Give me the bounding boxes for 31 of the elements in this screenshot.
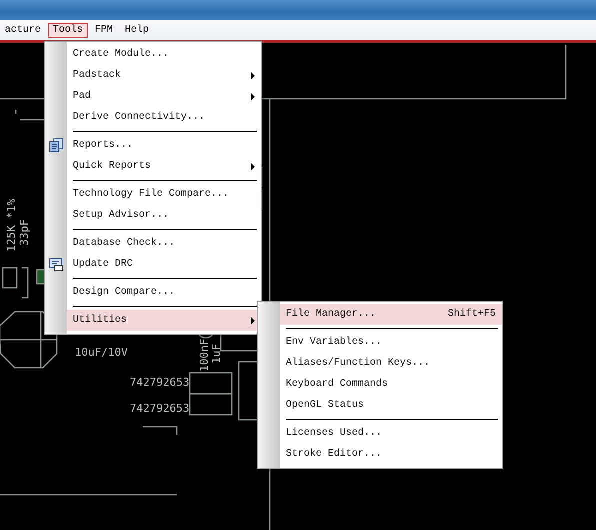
menu-item[interactable]: Create Module... xyxy=(45,44,261,65)
menu-bar-item[interactable]: acture xyxy=(0,22,46,38)
component-label: 125K *1% xyxy=(5,199,18,252)
menu-item[interactable]: Stroke Editor... xyxy=(258,444,502,465)
menu-item[interactable]: Technology File Compare... xyxy=(45,184,261,205)
component-label: 33pF xyxy=(18,220,31,246)
menu-item[interactable]: Setup Advisor... xyxy=(45,205,261,226)
menu-bar-item[interactable]: Tools xyxy=(48,22,88,38)
drc-icon xyxy=(49,257,64,272)
menu-item[interactable]: File Manager... Shift+F5 xyxy=(280,304,502,325)
component-label: 100nF xyxy=(198,338,211,372)
menu-bar-item[interactable]: Help xyxy=(120,22,154,38)
menu-item[interactable]: Keyboard Commands xyxy=(258,374,502,395)
menu-item[interactable]: Env Variables... xyxy=(258,332,502,353)
component-label: 742792653 xyxy=(130,376,190,389)
menu-item[interactable]: Database Check... xyxy=(45,233,261,254)
menu-item[interactable]: Reports... xyxy=(45,135,261,156)
menu-bar-item[interactable]: FPM xyxy=(90,22,118,38)
menu-item[interactable]: Licenses Used... xyxy=(258,423,502,444)
menu-item[interactable]: Update DRC xyxy=(45,254,261,275)
component-label: 742792653 xyxy=(130,402,190,415)
component-label: 1uF xyxy=(210,344,223,364)
menu-item[interactable]: Pad xyxy=(45,86,261,107)
report-icon xyxy=(49,138,64,153)
component-label: 10uF/10V xyxy=(75,346,128,359)
menu-item[interactable]: Padstack xyxy=(45,65,261,86)
menu-item[interactable]: Derive Connectivity... xyxy=(45,107,261,128)
menu-item[interactable]: Design Compare... xyxy=(45,282,261,303)
menu-item[interactable]: Aliases/Function Keys... xyxy=(258,353,502,374)
menu-item[interactable]: Quick Reports xyxy=(45,156,261,177)
menu-item[interactable]: OpenGL Status xyxy=(258,395,502,416)
